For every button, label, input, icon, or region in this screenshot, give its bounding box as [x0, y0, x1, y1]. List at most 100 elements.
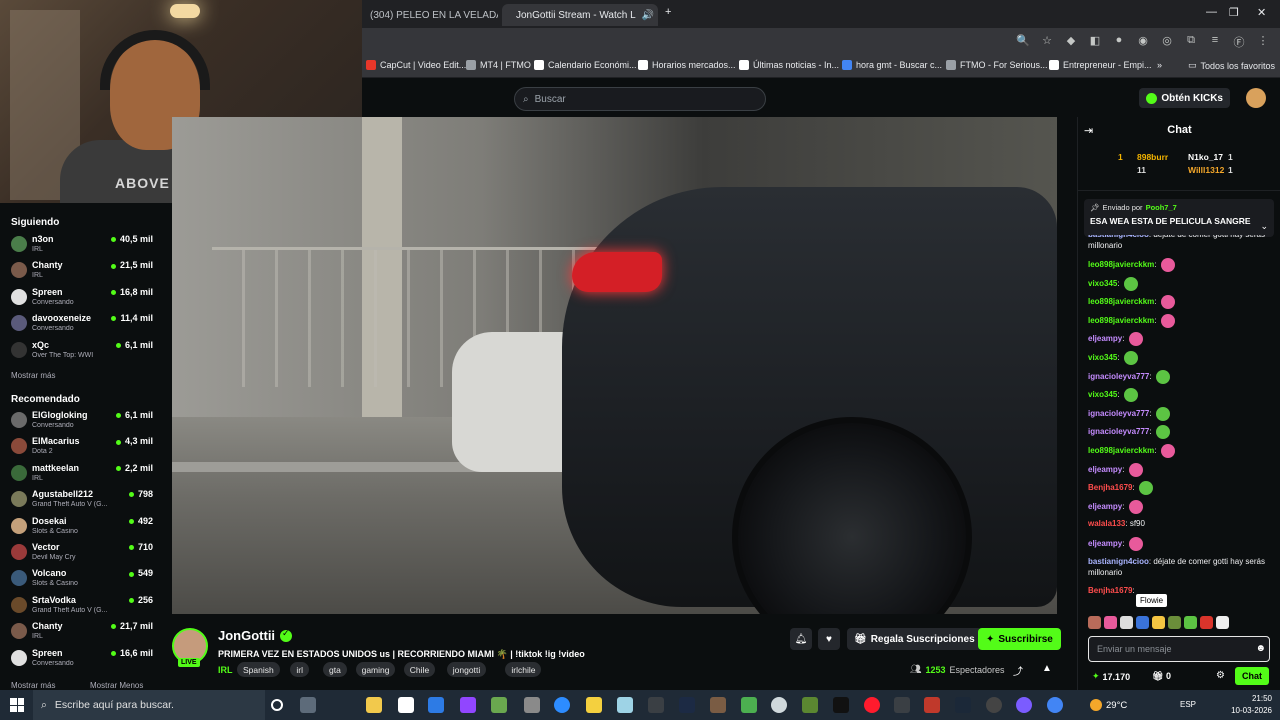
sidebar-channel[interactable]: Volcano Slots & Casino 549 [11, 567, 161, 593]
close-window-icon[interactable]: ✕ [1257, 6, 1266, 19]
steam-icon[interactable] [955, 697, 971, 713]
sidebar-channel[interactable]: ElMacarius Dota 2 4,3 mil [11, 435, 161, 461]
speaker-icon[interactable]: 🔊 [642, 10, 654, 21]
chat-username[interactable]: ignacioleyva777 [1088, 372, 1149, 381]
star-icon[interactable]: ☆ [1040, 34, 1054, 50]
capcut-icon[interactable] [648, 697, 664, 713]
language-indicator[interactable]: ESP [1180, 700, 1196, 709]
sidebar-channel[interactable]: Vector Devil May Cry 710 [11, 541, 161, 567]
bookmark-item[interactable]: Entrepreneur - Empi... [1049, 60, 1152, 70]
translate-icon[interactable]: ◧ [1088, 34, 1102, 50]
emote[interactable] [1088, 616, 1101, 629]
app-icon[interactable] [1016, 697, 1032, 713]
stream-tag[interactable]: gta [323, 662, 347, 677]
chat-username[interactable]: Benjha1679 [1088, 483, 1132, 492]
chat-username[interactable]: leo898javierckkm [1088, 260, 1154, 269]
sticky-notes-icon[interactable] [586, 697, 602, 713]
video-player[interactable] [172, 117, 1057, 614]
stream-tag[interactable]: irl [290, 662, 309, 677]
gift-subs-count[interactable]: 🎁︎ 0 [1152, 671, 1171, 682]
app-icon[interactable] [741, 697, 757, 713]
gear-icon[interactable]: ⚙ [1216, 670, 1225, 681]
task-view-icon[interactable] [300, 697, 316, 713]
emote[interactable] [1120, 616, 1133, 629]
stream-tag[interactable]: jongotti [446, 662, 487, 677]
show-more-link[interactable]: Mostrar más [11, 371, 55, 380]
kicks-balance[interactable]: ✦ 17.170 [1092, 671, 1130, 682]
emote[interactable] [1200, 616, 1213, 629]
extension-icon[interactable]: ◉ [1136, 34, 1150, 50]
stream-tag[interactable]: gaming [355, 662, 396, 677]
leaderboard-user[interactable]: 898burr [1137, 152, 1168, 162]
sidebar-channel[interactable]: n3on IRL 40,5 mil [11, 233, 161, 259]
send-chat-button[interactable]: Chat [1235, 667, 1269, 685]
chat-username[interactable]: vixo345 [1088, 390, 1117, 399]
chrome-icon[interactable] [1047, 697, 1063, 713]
app-icon[interactable] [617, 697, 633, 713]
twitch-icon[interactable] [460, 697, 476, 713]
app-icon[interactable] [894, 697, 910, 713]
puzzle-icon[interactable]: ⧉ [1184, 34, 1198, 50]
zoom-icon[interactable]: 🔍 [1016, 34, 1030, 50]
emote[interactable] [1136, 616, 1149, 629]
windows-start-icon[interactable] [10, 698, 24, 712]
app-icon[interactable] [924, 697, 940, 713]
chat-input[interactable]: Enviar un mensaje [1088, 636, 1270, 662]
taskbar-search[interactable]: ⌕ Escribe aquí para buscar. [33, 690, 265, 720]
chat-username[interactable]: ignacioleyva777 [1088, 428, 1149, 437]
bookmark-item[interactable]: hora gmt - Buscar c... [842, 60, 942, 70]
all-favorites[interactable]: ▭ Todos los favoritos [1188, 60, 1275, 71]
chat-username[interactable]: eljeampy [1088, 502, 1122, 511]
github-icon[interactable] [986, 697, 1002, 713]
chevron-right-icon[interactable]: » [1157, 60, 1162, 70]
browser-tab-youtube[interactable]: (304) PELEO EN LA VELADA DE ✕ [362, 4, 498, 26]
new-tab-icon[interactable]: + [665, 6, 671, 18]
app-icon[interactable] [710, 697, 726, 713]
app-icon[interactable] [491, 697, 507, 713]
chat-username[interactable]: eljeampy [1088, 465, 1122, 474]
extension-icon[interactable]: ● [1112, 34, 1126, 50]
app-icon[interactable] [679, 697, 695, 713]
chat-username[interactable]: vixo345 [1088, 353, 1117, 362]
notepad-icon[interactable] [398, 697, 414, 713]
opera-icon[interactable] [864, 697, 880, 713]
file-explorer-icon[interactable] [366, 697, 382, 713]
avatar[interactable] [1246, 88, 1266, 108]
reading-list-icon[interactable]: ≡ [1208, 34, 1222, 50]
stream-tag[interactable]: Spanish [237, 662, 280, 677]
extension-icon[interactable]: ◎ [1160, 34, 1174, 50]
streamer-name[interactable]: JonGottii [218, 628, 293, 643]
menu-icon[interactable]: ⋮ [1256, 34, 1270, 50]
cortana-icon[interactable] [271, 699, 283, 711]
sidebar-channel[interactable]: Chanty IRL 21,5 mil [11, 259, 161, 285]
emote[interactable] [1168, 616, 1181, 629]
chat-username[interactable]: bastianign4cioo [1088, 235, 1149, 239]
sidebar-channel[interactable]: xQc Over The Top: WWI 6,1 mil [11, 339, 161, 365]
weather-widget[interactable]: 29°C [1090, 699, 1127, 711]
browser-tab-kick[interactable]: JonGottii Stream - Watch L 🔊 ✕ [502, 4, 658, 26]
restore-icon[interactable]: ❐ [1229, 6, 1239, 19]
chat-username[interactable]: leo898javierckkm [1088, 446, 1154, 455]
chat-username[interactable]: walala133 [1088, 519, 1125, 528]
category-link[interactable]: IRL [218, 665, 233, 675]
get-kicks-button[interactable]: Obtén KICKs [1139, 88, 1230, 108]
sidebar-channel[interactable]: mattkeelan IRL 2,2 mil [11, 462, 161, 488]
subscribe-button[interactable]: ✦ Suscribirse [978, 628, 1061, 650]
emote[interactable] [1184, 616, 1197, 629]
clock[interactable]: 21:50 10-03-2026 [1231, 693, 1272, 717]
chat-username[interactable]: ignacioleyva777 [1088, 409, 1149, 418]
bookmark-item[interactable]: MT4 | FTMO [466, 60, 531, 70]
show-less-link[interactable]: Mostrar Menos [90, 681, 143, 690]
extension-icon[interactable]: ◆ [1064, 34, 1078, 50]
sidebar-channel[interactable]: Chanty IRL 21,7 mil [11, 620, 161, 646]
chat-username[interactable]: leo898javierckkm [1088, 297, 1154, 306]
minimize-icon[interactable]: — [1206, 6, 1217, 18]
emote[interactable] [1152, 616, 1165, 629]
bookmark-item[interactable]: CapCut | Video Edit... [366, 60, 466, 70]
leaderboard-user[interactable]: N1ko_17 [1188, 152, 1223, 162]
pinned-by-user[interactable]: Pooh7_7 [1146, 203, 1177, 212]
stream-tag[interactable]: irlchile [505, 662, 542, 677]
minecraft-icon[interactable] [802, 697, 818, 713]
leaderboard-user[interactable]: Willl1312 [1188, 165, 1224, 175]
show-more-link[interactable]: Mostrar más [11, 681, 55, 690]
